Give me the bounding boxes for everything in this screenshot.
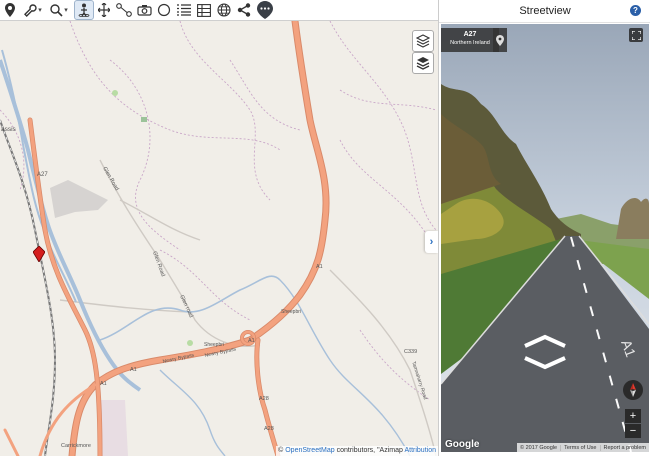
terms-link[interactable]: Terms of Use	[560, 444, 599, 451]
wrench-icon[interactable]: ▾	[20, 0, 46, 20]
zoom-in-button[interactable]: +	[625, 409, 641, 423]
copyright-text: © 2017 Google	[520, 444, 558, 451]
place-label-sheepbridge: Sheepbri	[281, 309, 301, 315]
attribution-prefix: ©	[278, 447, 284, 454]
streetview-footer: © 2017 Google Terms of Use Report a prob…	[517, 443, 649, 452]
streetview-person-icon[interactable]	[74, 0, 94, 20]
road-label-a1: A1	[316, 264, 323, 270]
road-label-a28: A28	[264, 426, 274, 432]
layers-toggle-button[interactable]	[412, 30, 434, 52]
streetview-viewer[interactable]: A1 A27 Northern Ireland + − Google © 201…	[441, 24, 649, 452]
map-pin-icon[interactable]	[493, 28, 507, 52]
road-label-a1: A1	[100, 381, 107, 387]
place-pin-icon[interactable]	[0, 0, 20, 20]
google-logo: Google	[445, 439, 480, 450]
chevron-down-icon: ▾	[38, 7, 42, 14]
road-label-a1: A1	[130, 367, 137, 373]
circle-icon[interactable]	[154, 0, 174, 20]
layers-icon	[416, 34, 430, 48]
help-icon[interactable]: ?	[630, 5, 641, 16]
fullscreen-icon	[631, 30, 641, 40]
overlays-toggle-button[interactable]	[412, 52, 434, 74]
place-label-carrickmore: Carrickmore	[61, 443, 91, 449]
route-nodes-icon[interactable]	[114, 0, 134, 20]
map-attribution: © OpenStreetMap contributors, "Azimap At…	[276, 446, 438, 456]
streetview-address-box: A27 Northern Ireland	[441, 28, 499, 52]
road-label-a28: A28	[259, 396, 269, 402]
share-icon[interactable]	[234, 0, 254, 20]
search-icon[interactable]: ▾	[46, 0, 72, 20]
road-label-a27: A27	[37, 172, 48, 178]
report-problem-link[interactable]: Report a problem	[599, 444, 650, 451]
pan-arrows-icon[interactable]	[94, 0, 114, 20]
road-label-a1: A1	[248, 338, 255, 344]
layers-icon	[416, 57, 430, 70]
attribution-text: contributors, "Azimap	[336, 447, 403, 454]
place-label: assis	[1, 126, 17, 133]
forward-arrow-icon[interactable]	[524, 334, 566, 348]
attribution-link[interactable]: Attribution	[404, 447, 436, 454]
globe-icon[interactable]	[214, 0, 234, 20]
fullscreen-button[interactable]	[629, 28, 643, 42]
map-tiles: assis A27 Glen Road Glen Road Glen road …	[0, 21, 438, 456]
road-label-c339: C339	[404, 349, 417, 355]
panel-header: Streetview ?	[439, 0, 650, 23]
openstreetmap-link[interactable]: OpenStreetMap	[285, 447, 334, 454]
compass-icon[interactable]	[623, 380, 643, 400]
zoom-out-button[interactable]: −	[625, 424, 641, 438]
panel-title: Streetview	[519, 5, 571, 17]
address-region: Northern Ireland	[450, 40, 490, 46]
map-canvas[interactable]: assis A27 Glen Road Glen Road Glen road …	[0, 21, 438, 456]
navigation-arrows[interactable]	[523, 334, 567, 370]
panel-collapse-handle[interactable]: ›	[425, 231, 438, 253]
camera-icon[interactable]	[134, 0, 154, 20]
www-pin-icon[interactable]	[254, 0, 276, 20]
map-toolbar: ▾ ▾	[0, 0, 438, 21]
table-grid-icon[interactable]	[194, 0, 214, 20]
address-road: A27	[463, 31, 477, 38]
list-icon[interactable]	[174, 0, 194, 20]
backward-arrow-icon[interactable]	[524, 356, 566, 370]
chevron-down-icon: ▾	[64, 7, 68, 14]
streetview-panel: Streetview ? A1 A27 Northern Ireland + −…	[438, 0, 650, 456]
streetview-location-marker[interactable]	[33, 246, 45, 262]
place-label-sheepbridge: Sheepbri	[204, 342, 224, 348]
streetview-image: A1	[441, 24, 649, 452]
